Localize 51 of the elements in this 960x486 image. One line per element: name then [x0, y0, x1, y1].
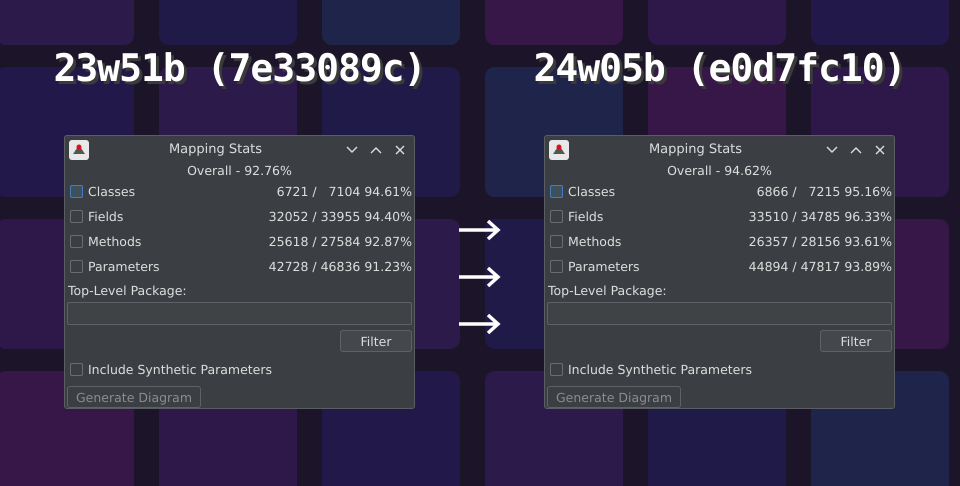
arrow-icon — [458, 218, 502, 242]
stat-counts: 33510 / 34785 96.33% — [748, 209, 892, 224]
checkbox[interactable] — [70, 260, 83, 273]
chevron-down-icon — [826, 146, 838, 154]
stat-counts: 25618 / 27584 92.87% — [268, 234, 412, 249]
stat-label: Fields — [88, 209, 124, 224]
arrow-icon — [458, 265, 502, 289]
stat-label: Classes — [88, 184, 136, 199]
version-heading: 23w51b (7e33089c) — [54, 45, 426, 92]
close-icon — [875, 144, 885, 154]
package-input-field[interactable] — [67, 302, 412, 325]
checkbox[interactable] — [550, 260, 563, 273]
app-icon — [69, 140, 89, 160]
stat-counts: 42728 / 46836 91.23% — [268, 259, 412, 274]
stat-label: Parameters — [88, 259, 160, 274]
stat-label: Parameters — [568, 259, 640, 274]
close-icon — [395, 144, 405, 154]
stat-label: Classes — [568, 184, 616, 199]
checkbox[interactable] — [550, 235, 563, 248]
stat-counts: 32052 / 33955 94.40% — [268, 209, 412, 224]
checkbox[interactable] — [70, 362, 83, 376]
stat-counts: 26357 / 28156 93.61% — [748, 234, 892, 249]
filter-button[interactable]: Filter — [340, 330, 412, 352]
checkbox[interactable] — [70, 235, 83, 248]
chevron-up-icon — [850, 146, 862, 154]
checkbox[interactable] — [550, 185, 563, 198]
window-title: Mapping Stats — [648, 142, 744, 157]
app-icon — [549, 140, 569, 160]
chevron-up-icon — [370, 146, 382, 154]
stat-counts: 6721 / 7104 94.61% — [276, 184, 412, 199]
checkbox[interactable] — [550, 210, 563, 223]
stat-counts: 44894 / 47817 93.89% — [748, 259, 892, 274]
chevron-down-icon — [346, 146, 358, 154]
checkbox-label: Include Synthetic Parameters — [88, 362, 272, 376]
stat-label: Fields — [568, 209, 604, 224]
field-label: Top-Level Package: — [67, 282, 188, 299]
overall-percentage: Overall - 92.76% — [187, 163, 292, 179]
arrow-icon — [458, 312, 502, 336]
stat-counts: 6866 / 7215 95.16% — [756, 184, 892, 199]
window-title: Mapping Stats — [168, 142, 264, 157]
version-heading: 24w05b (e0d7fc10) — [534, 45, 906, 92]
overall-percentage: Overall - 94.62% — [667, 163, 772, 179]
stat-label: Methods — [568, 234, 622, 249]
checkbox-label: Include Synthetic Parameters — [568, 362, 752, 376]
checkbox[interactable] — [70, 185, 83, 198]
checkbox[interactable] — [550, 362, 563, 376]
filter-button[interactable]: Filter — [820, 330, 892, 352]
stat-label: Methods — [88, 234, 142, 249]
checkbox[interactable] — [70, 210, 83, 223]
package-input-field[interactable] — [547, 302, 892, 325]
field-label: Top-Level Package: — [547, 282, 668, 299]
